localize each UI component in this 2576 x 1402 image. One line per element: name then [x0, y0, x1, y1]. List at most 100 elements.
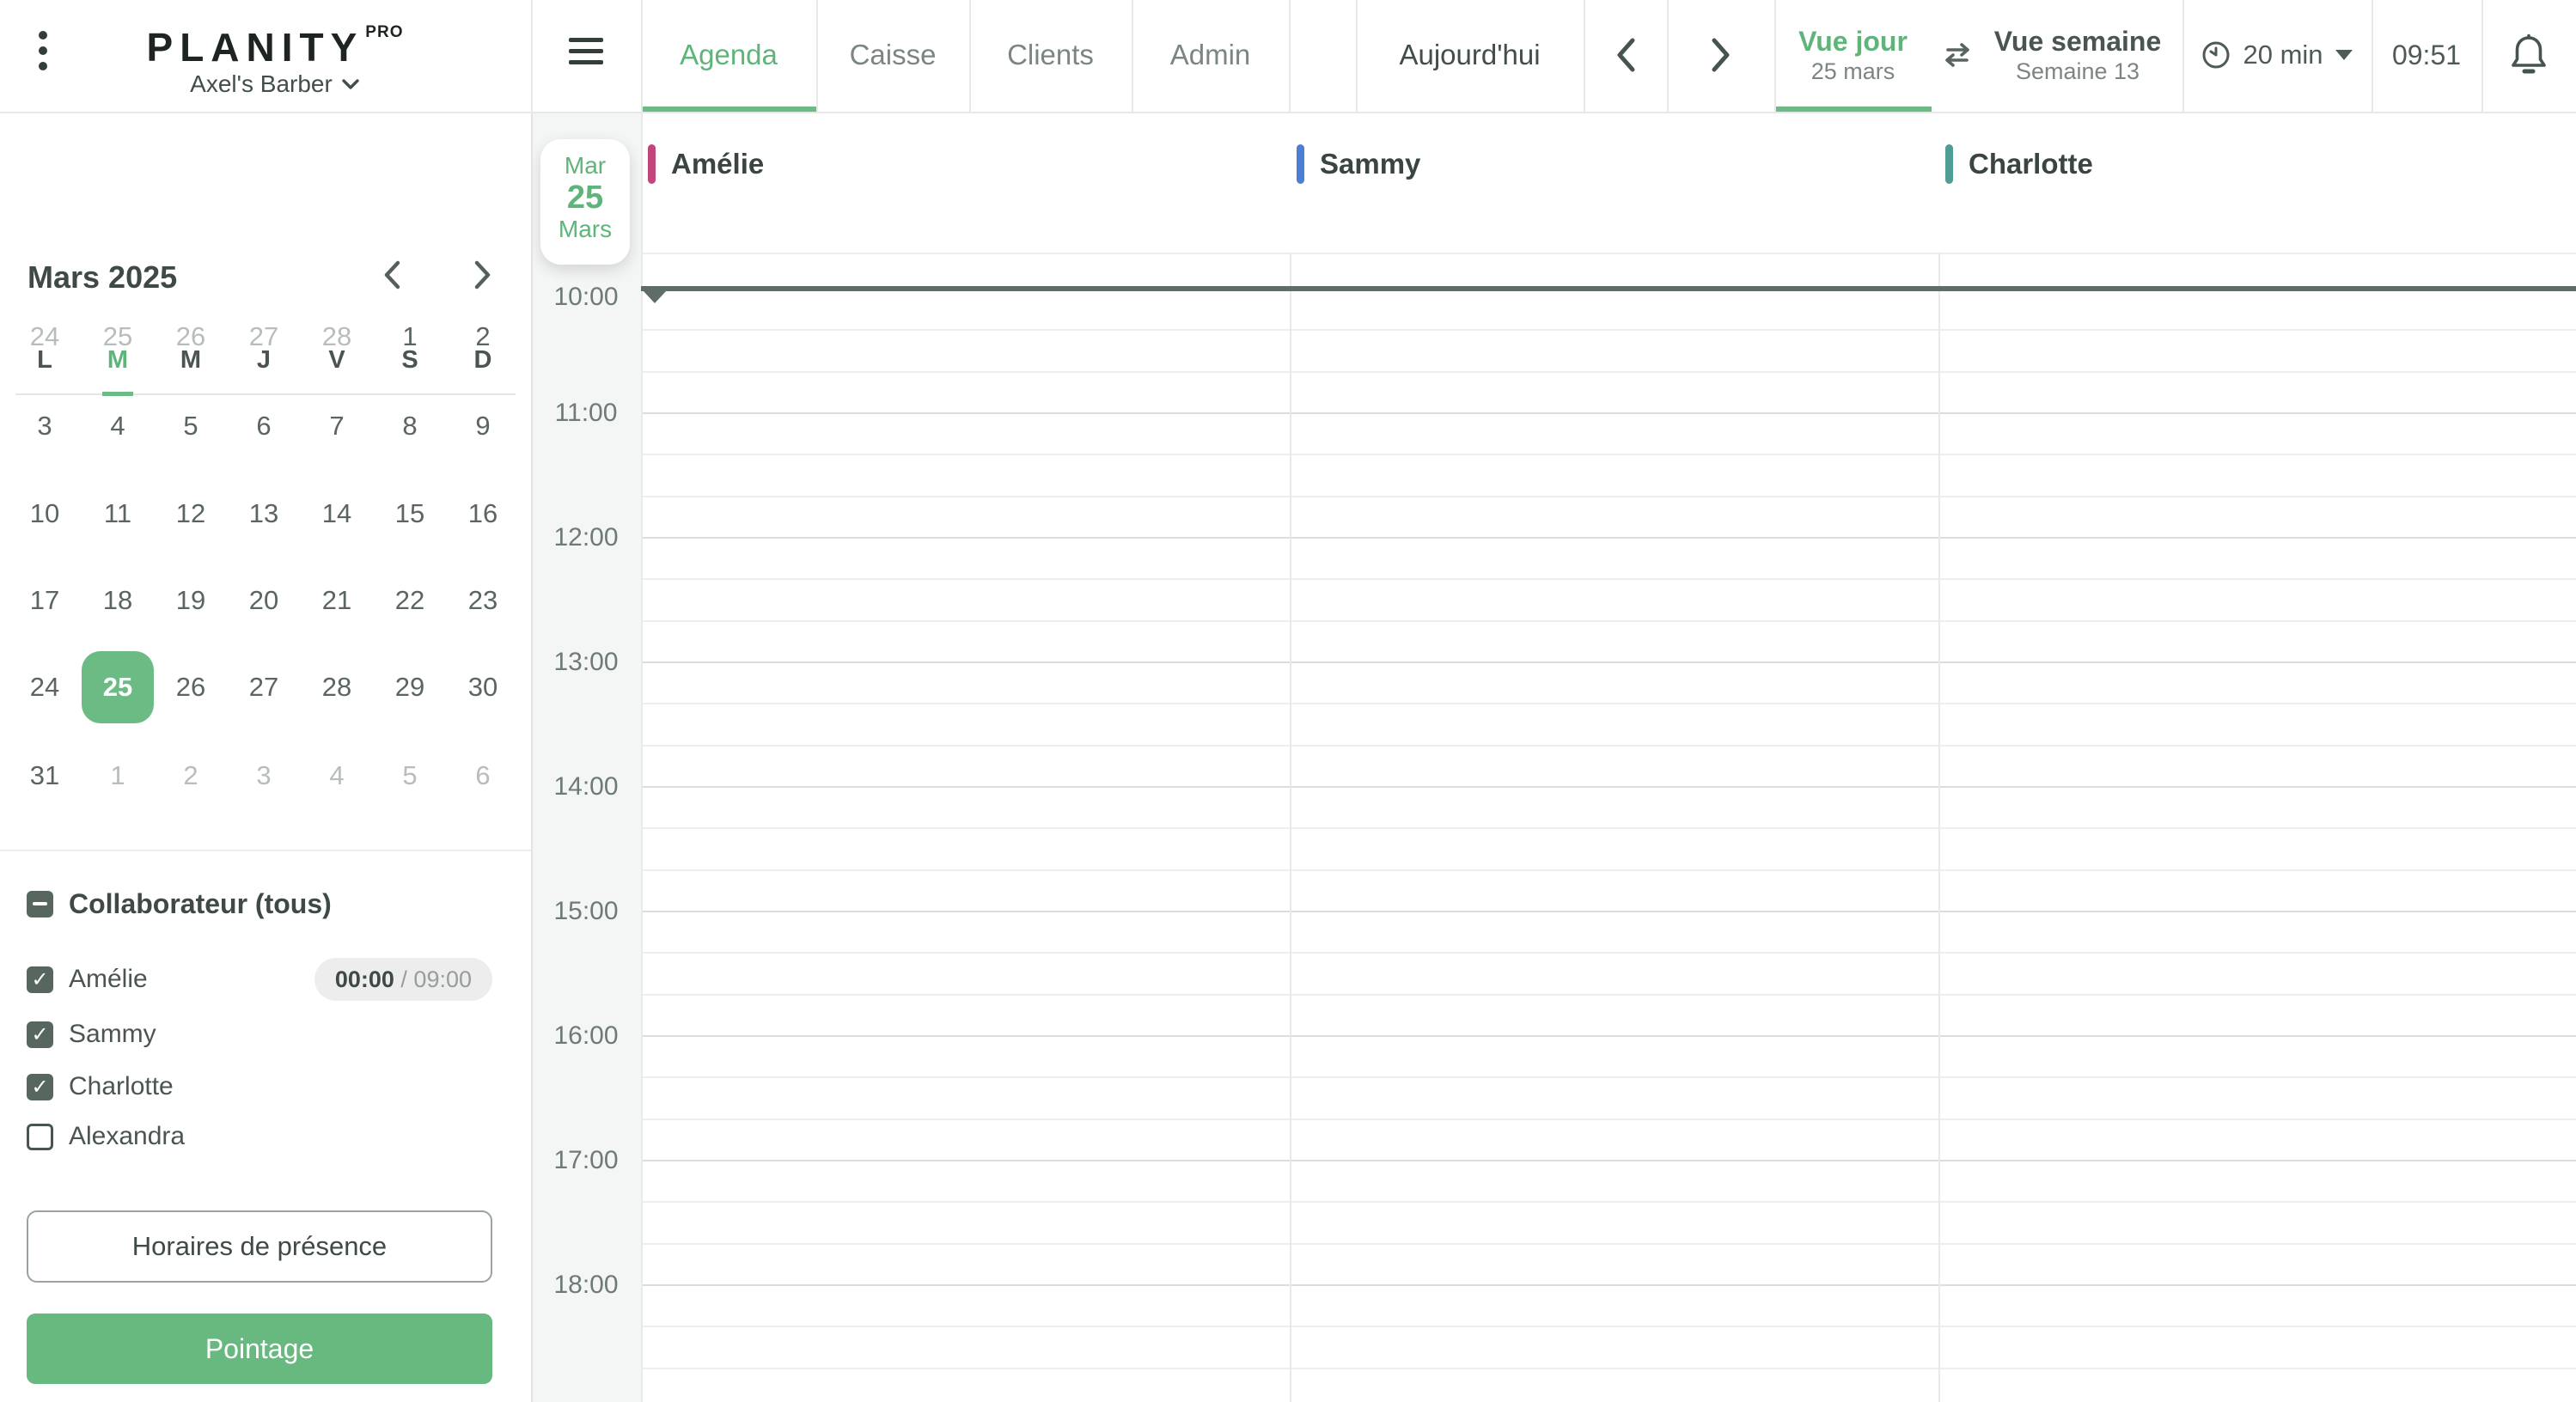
kebab-menu-icon[interactable]	[33, 31, 53, 81]
collaborators-header-label: Collaborateur (tous)	[69, 888, 332, 919]
time-label: 13:00	[553, 648, 619, 676]
chevron-left-icon	[1617, 38, 1634, 72]
calendar-day[interactable]: 24	[9, 301, 81, 373]
calendar-day-selected[interactable]: 25	[82, 651, 154, 723]
calendar-day[interactable]: 16	[447, 478, 519, 550]
calendar-day[interactable]: 6	[447, 740, 519, 812]
column-header-border	[641, 253, 2576, 254]
agenda-grid[interactable]: Amélie Sammy Charlotte	[641, 112, 2576, 1402]
prev-day-button[interactable]	[1584, 0, 1667, 110]
calendar-day[interactable]: 26	[155, 301, 227, 373]
calendar-day[interactable]: 25	[82, 301, 154, 373]
mini-calendar-prev-button[interactable]	[373, 256, 411, 294]
collaborator-checkbox[interactable]: ✓	[27, 966, 53, 993]
today-button[interactable]: Aujourd'hui	[1356, 0, 1584, 110]
hour-gridline	[641, 412, 2576, 414]
swap-view-icon	[1932, 0, 1983, 110]
topbar: PLANITY PRO Axel's Barber Agenda Caisse C…	[0, 0, 2576, 113]
calendar-day[interactable]: 31	[9, 740, 81, 812]
time-label: 16:00	[553, 1021, 619, 1050]
calendar-day[interactable]: 11	[82, 478, 154, 550]
interval-selector[interactable]: 20 min	[2182, 0, 2372, 110]
collaborator-row[interactable]: Alexandra	[27, 1117, 504, 1156]
calendar-day[interactable]: 30	[447, 651, 519, 723]
collaborator-checkbox[interactable]: ✓	[27, 1073, 53, 1100]
minor-gridline	[641, 994, 2576, 996]
hour-gridline	[641, 911, 2576, 912]
tab-clients[interactable]: Clients	[969, 0, 1132, 110]
collaborator-name: Charlotte	[69, 1072, 174, 1100]
minor-gridline	[641, 827, 2576, 829]
calendar-day[interactable]: 3	[228, 740, 300, 812]
calendar-day[interactable]: 24	[9, 651, 81, 723]
collaborator-row[interactable]: ✓ Amélie 00:00 / 09:00	[27, 958, 504, 1001]
time-label: 17:00	[553, 1146, 619, 1174]
calendar-day[interactable]: 15	[374, 478, 446, 550]
topbar-divider	[1289, 0, 1291, 112]
view-day-label: Vue jour	[1798, 26, 1908, 57]
calendar-day[interactable]: 18	[82, 564, 154, 637]
mini-calendar-next-button[interactable]	[464, 256, 502, 294]
collaborator-row[interactable]: ✓ Charlotte	[27, 1067, 504, 1106]
staff-column-header: Charlotte	[1945, 143, 2093, 186]
calendar-day[interactable]: 5	[374, 740, 446, 812]
calendar-day[interactable]: 3	[9, 390, 81, 462]
topbar-divider	[1667, 0, 1669, 112]
calendar-day[interactable]: 17	[9, 564, 81, 637]
calendar-day[interactable]: 2	[447, 301, 519, 373]
tab-admin[interactable]: Admin	[1132, 0, 1289, 110]
hamburger-menu-icon[interactable]	[569, 38, 603, 74]
next-day-button[interactable]	[1667, 0, 1774, 110]
date-card-weekday: Mar	[564, 152, 607, 179]
calendar-day[interactable]: 12	[155, 478, 227, 550]
active-view-underline	[1774, 107, 1932, 112]
calendar-day[interactable]: 13	[228, 478, 300, 550]
calendar-day[interactable]: 1	[82, 740, 154, 812]
time-label: 11:00	[554, 399, 618, 427]
clock-in-button[interactable]: Pointage	[27, 1314, 492, 1384]
presence-hours-button[interactable]: Horaires de présence	[27, 1210, 492, 1283]
view-day-toggle[interactable]: Vue jour 25 mars	[1774, 0, 1932, 110]
salon-selector[interactable]: Axel's Barber	[190, 70, 360, 99]
notifications-button[interactable]	[2481, 0, 2576, 110]
view-week-toggle[interactable]: Vue semaine Semaine 13	[1983, 0, 2172, 110]
active-tab-underline	[641, 107, 816, 112]
topbar-divider	[969, 0, 971, 112]
calendar-day[interactable]: 5	[155, 390, 227, 462]
calendar-day[interactable]: 19	[155, 564, 227, 637]
calendar-day[interactable]: 1	[374, 301, 446, 373]
calendar-day[interactable]: 22	[374, 564, 446, 637]
calendar-day[interactable]: 20	[228, 564, 300, 637]
minor-gridline	[641, 1201, 2576, 1203]
calendar-day[interactable]: 28	[301, 651, 373, 723]
collaborator-row[interactable]: ✓ Sammy	[27, 1015, 504, 1054]
hour-gridline	[641, 1160, 2576, 1161]
calendar-day[interactable]: 27	[228, 651, 300, 723]
calendar-day[interactable]: 4	[82, 390, 154, 462]
calendar-day[interactable]: 26	[155, 651, 227, 723]
calendar-day[interactable]: 4	[301, 740, 373, 812]
calendar-day[interactable]: 23	[447, 564, 519, 637]
date-card: Mar 25 Mars	[540, 139, 630, 265]
calendar-day[interactable]: 14	[301, 478, 373, 550]
staff-column-header: Amélie	[648, 143, 764, 186]
calendar-day[interactable]: 21	[301, 564, 373, 637]
time-gutter: Mar 25 Mars 10:00 11:00 12:00 13:00 14:00 15:…	[531, 112, 643, 1402]
column-divider	[1290, 253, 1291, 1402]
calendar-day[interactable]: 7	[301, 390, 373, 462]
tab-caisse[interactable]: Caisse	[816, 0, 969, 110]
calendar-day[interactable]: 9	[447, 390, 519, 462]
calendar-day[interactable]: 29	[374, 651, 446, 723]
calendar-day[interactable]: 27	[228, 301, 300, 373]
calendar-day[interactable]: 28	[301, 301, 373, 373]
calendar-day[interactable]: 8	[374, 390, 446, 462]
collaborator-checkbox[interactable]: ✓	[27, 1021, 53, 1048]
calendar-day[interactable]: 2	[155, 740, 227, 812]
calendar-day[interactable]: 10	[9, 478, 81, 550]
tab-agenda[interactable]: Agenda	[641, 0, 816, 110]
collaborators-header[interactable]: Collaborateur (tous)	[27, 888, 332, 920]
collaborator-checkbox[interactable]	[27, 1123, 53, 1150]
calendar-day[interactable]: 6	[228, 390, 300, 462]
collaborators-select-all-checkbox[interactable]	[27, 891, 53, 917]
logo: PLANITY PRO Axel's Barber	[103, 12, 447, 99]
